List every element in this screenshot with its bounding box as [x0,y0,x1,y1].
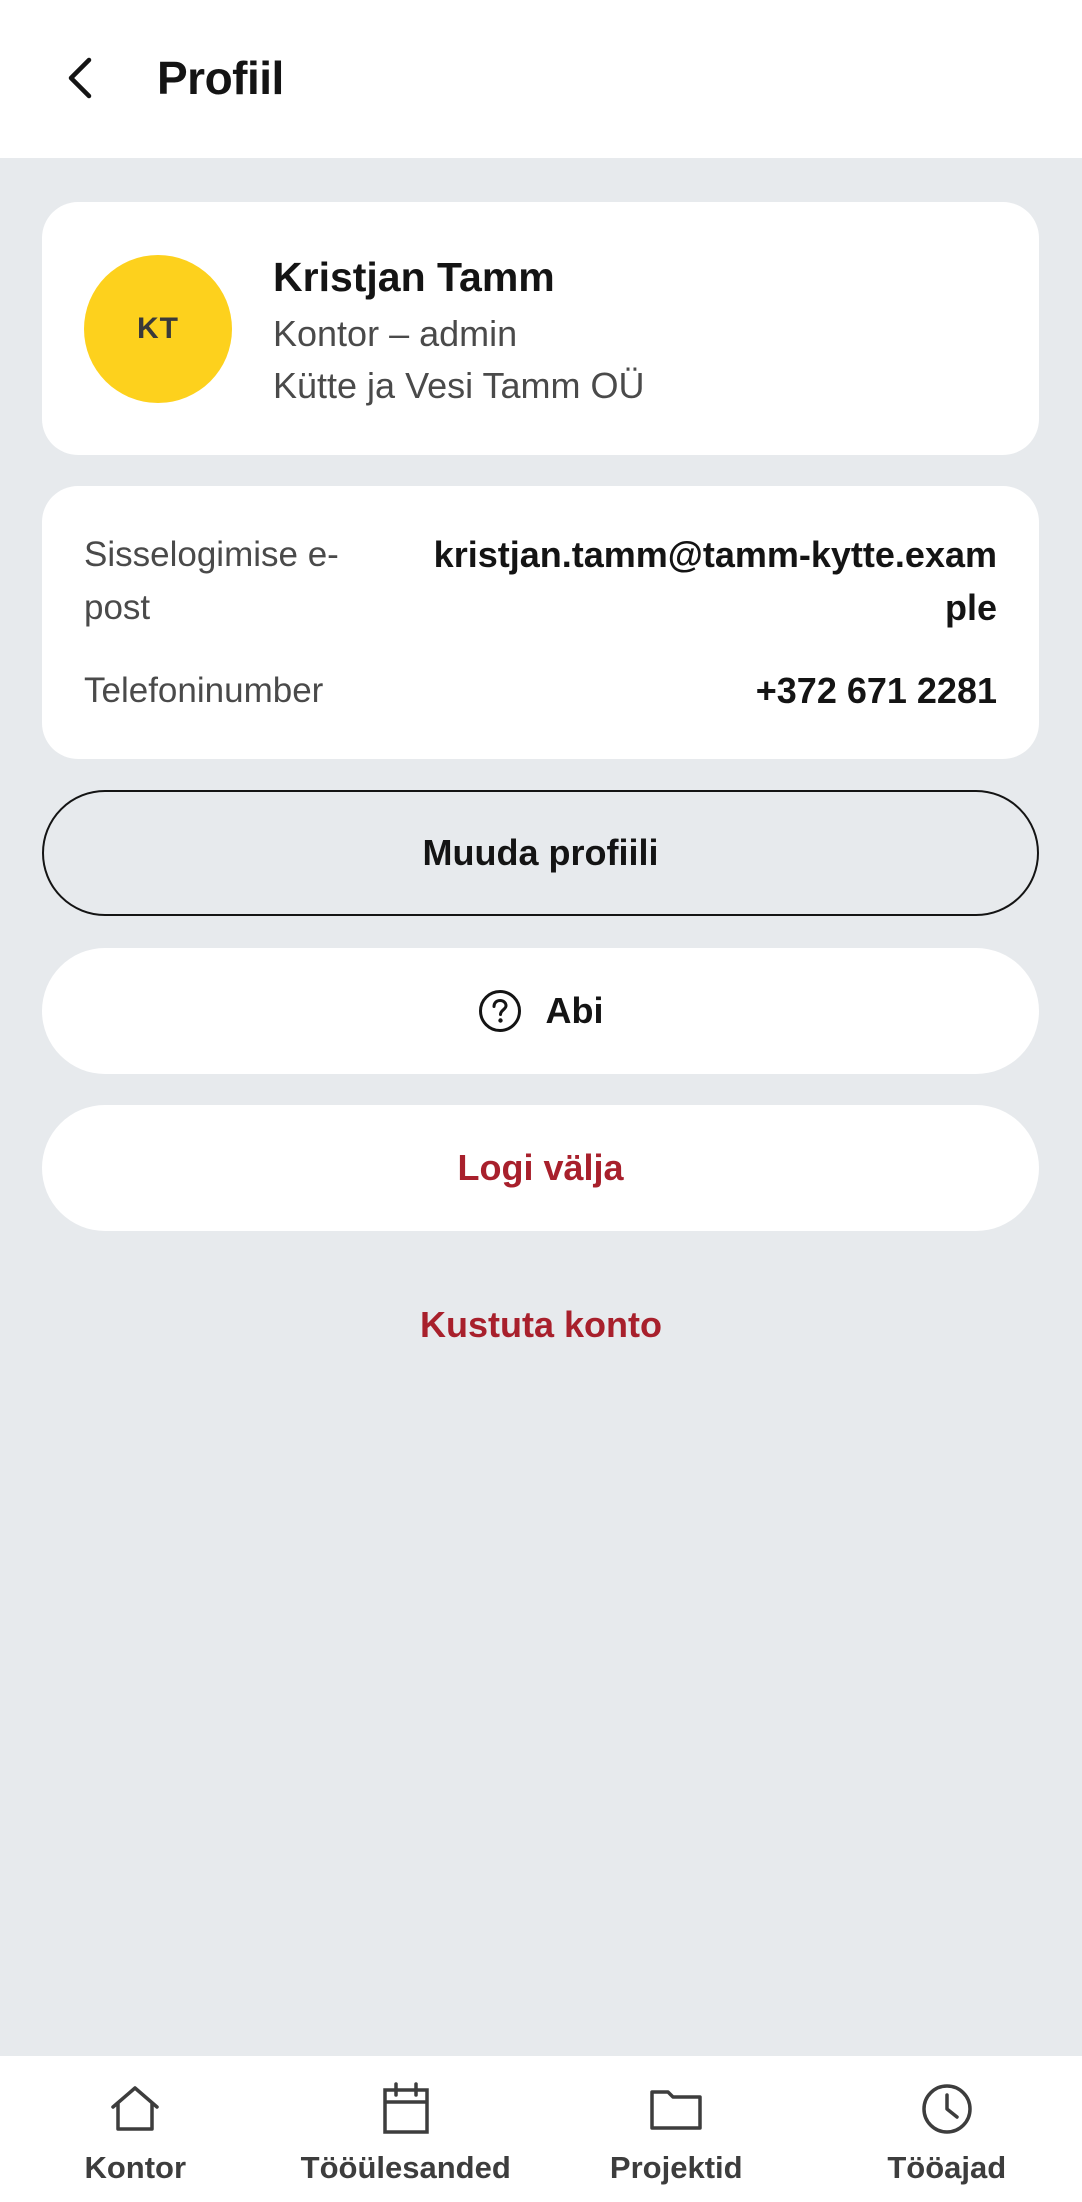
help-label: Abi [545,990,604,1031]
edit-profile-label: Muuda profiili [422,832,659,873]
account-info-card: Sisselogimise e-post kristjan.tamm@tamm-… [42,486,1039,759]
nav-item-projektid[interactable]: Projektid [541,2056,812,2202]
nav-item-tooajad[interactable]: Tööajad [812,2056,1082,2202]
help-button[interactable]: Abi [42,948,1039,1074]
folder-icon [647,2080,705,2138]
nav-label-tooajad: Tööajad [887,2150,1007,2185]
logout-label: Logi välja [457,1147,624,1188]
delete-account-link[interactable]: Kustuta konto [0,1295,1082,1355]
phone-value: +372 671 2281 [755,670,997,711]
home-icon [106,2080,164,2138]
clock-icon [918,2080,976,2138]
nav-label-kontor: Kontor [84,2150,187,2185]
profile-screen: Profiil KT Kristjan Tamm Kontor – admin … [0,0,1082,2202]
phone-label: Telefoninumber [84,671,324,710]
user-company: Kütte ja Vesi Tamm OÜ [273,365,645,406]
calendar-icon [377,2080,435,2138]
chevron-left-icon [68,57,92,99]
app-header: Profiil [0,0,1082,158]
edit-profile-button[interactable]: Muuda profiili [42,790,1039,916]
nav-label-tooulesanded: Tööülesanded [300,2150,511,2185]
back-button[interactable] [52,48,108,108]
profile-card: KT Kristjan Tamm Kontor – admin Kütte ja… [42,202,1039,455]
nav-label-projektid: Projektid [609,2150,743,2185]
avatar: KT [84,255,232,403]
user-role: Kontor – admin [273,313,518,354]
user-name: Kristjan Tamm [273,254,555,300]
question-circle-icon [478,989,522,1033]
email-value: kristjan.tamm@tamm-kytte.example [433,534,997,628]
nav-item-kontor[interactable]: Kontor [0,2056,271,2202]
nav-item-tooulesanded[interactable]: Tööülesanded [271,2056,542,2202]
email-label: Sisselogimise e-post [84,535,339,627]
logout-button[interactable]: Logi välja [42,1105,1039,1231]
page-title: Profiil [157,52,284,104]
bottom-navigation: Kontor Tööülesanded Projektid Tööajad [0,2056,1082,2202]
